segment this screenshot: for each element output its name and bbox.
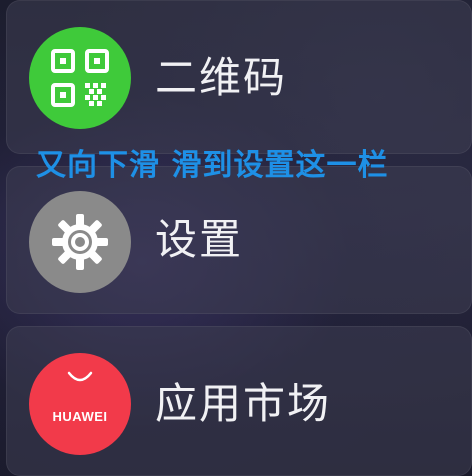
qr-code-icon bbox=[29, 27, 131, 129]
huawei-appgallery-icon: HUAWEI bbox=[29, 353, 131, 455]
settings-label: 设置 bbox=[155, 215, 244, 264]
bag-handle-icon bbox=[67, 371, 93, 382]
qr-code-label: 二维码 bbox=[155, 53, 288, 102]
gear-icon bbox=[29, 191, 131, 293]
watch-app-list: 二维码 又向下滑 滑到设置这一栏 设置 HUAWEI 应用市场 bbox=[0, 0, 472, 476]
huawei-brand-text: HUAWEI bbox=[52, 409, 108, 424]
list-item-qr-code[interactable]: 二维码 bbox=[6, 0, 472, 154]
list-item-settings[interactable]: 设置 bbox=[6, 166, 472, 314]
list-item-app-market[interactable]: HUAWEI 应用市场 bbox=[6, 326, 472, 476]
instruction-annotation: 又向下滑 滑到设置这一栏 bbox=[36, 148, 389, 183]
app-market-label: 应用市场 bbox=[155, 379, 332, 428]
